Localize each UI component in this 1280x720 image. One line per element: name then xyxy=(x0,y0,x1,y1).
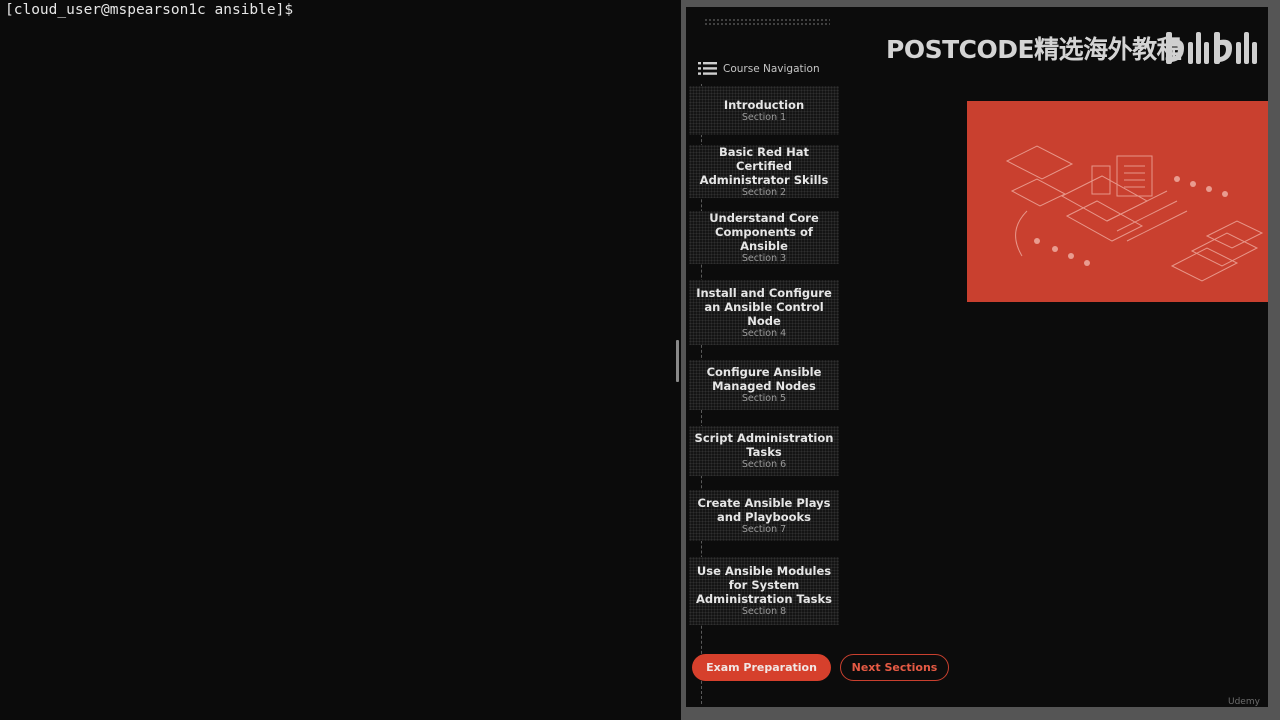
section-card-8[interactable]: Use Ansible Modules for System Administr… xyxy=(689,557,839,625)
course-navigation-header: Course Navigation xyxy=(698,62,820,75)
section-number: Section 3 xyxy=(741,252,787,264)
section-number: Section 6 xyxy=(741,459,787,470)
section-card-6[interactable]: Script Administration Tasks Section 6 xyxy=(689,426,839,476)
list-icon xyxy=(698,62,717,75)
course-navigation-title: Course Navigation xyxy=(723,62,820,75)
section-number: Section 7 xyxy=(741,523,787,535)
exam-preparation-button[interactable]: Exam Preparation xyxy=(692,654,831,681)
section-card-5[interactable]: Configure Ansible Managed Nodes Section … xyxy=(689,360,839,410)
section-card-1[interactable]: Introduction Section 1 xyxy=(689,86,839,135)
section-number: Section 1 xyxy=(741,111,787,123)
section-title: Create Ansible Plays and Playbooks xyxy=(697,495,831,524)
watermark-text: POSTCODE精选海外教程 xyxy=(886,35,1182,64)
next-sections-button[interactable]: Next Sections xyxy=(840,654,949,681)
section-title: Install and Configure an Ansible Control… xyxy=(696,285,832,328)
section-title: Script Administration Tasks xyxy=(694,431,834,459)
bilibili-logo-icon xyxy=(1166,32,1257,64)
ansible-automation-illustration xyxy=(967,101,1268,302)
section-title: Use Ansible Modules for System Administr… xyxy=(696,564,832,606)
terminal-prompt: [cloud_user@mspearson1c ansible]$ xyxy=(5,2,294,18)
section-card-3[interactable]: Understand Core Components of Ansible Se… xyxy=(689,211,839,264)
decorative-dots xyxy=(704,18,830,26)
pane-resize-handle[interactable] xyxy=(676,340,679,382)
udemy-logo: Udemy xyxy=(1228,697,1260,707)
section-card-2[interactable]: Basic Red Hat Certified Administrator Sk… xyxy=(689,145,839,198)
section-number: Section 4 xyxy=(741,327,787,339)
section-number: Section 8 xyxy=(741,606,787,617)
section-title: Configure Ansible Managed Nodes xyxy=(706,365,822,393)
section-number: Section 5 xyxy=(741,393,787,404)
section-title: Understand Core Components of Ansible xyxy=(709,210,819,253)
section-number: Section 2 xyxy=(741,186,787,198)
section-title: Basic Red Hat Certified Administrator Sk… xyxy=(699,144,829,187)
section-title: Introduction xyxy=(723,97,805,112)
section-card-4[interactable]: Install and Configure an Ansible Control… xyxy=(689,280,839,345)
terminal-pane[interactable]: [cloud_user@mspearson1c ansible]$ xyxy=(0,0,676,720)
section-card-7[interactable]: Create Ansible Plays and Playbooks Secti… xyxy=(689,490,839,541)
